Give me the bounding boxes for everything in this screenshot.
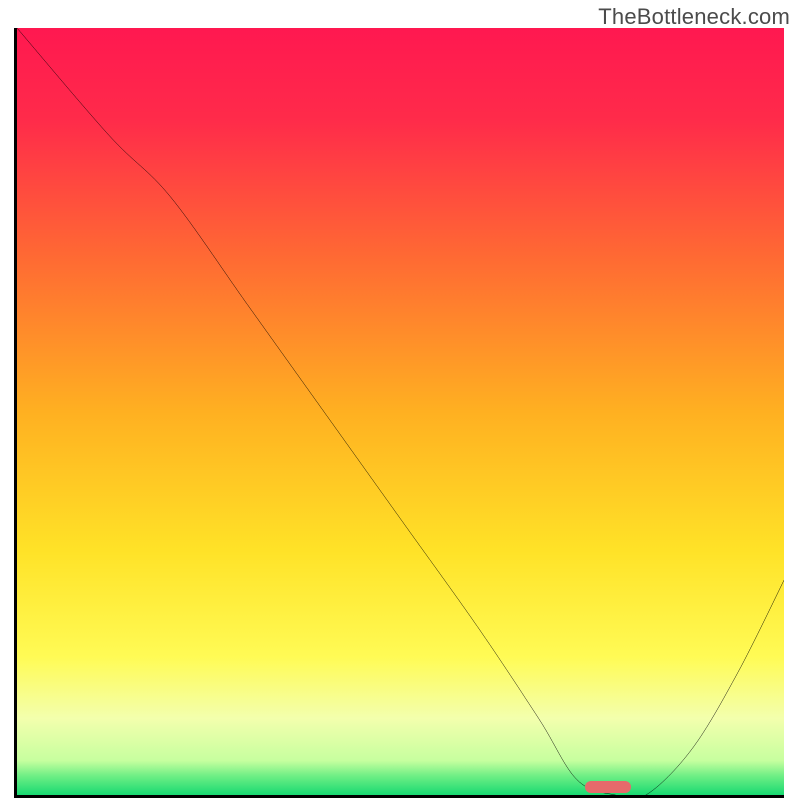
optimal-range-marker xyxy=(585,781,631,793)
chart-curve xyxy=(17,28,784,795)
chart-plot-area xyxy=(14,28,784,798)
watermark-text: TheBottleneck.com xyxy=(598,4,790,30)
